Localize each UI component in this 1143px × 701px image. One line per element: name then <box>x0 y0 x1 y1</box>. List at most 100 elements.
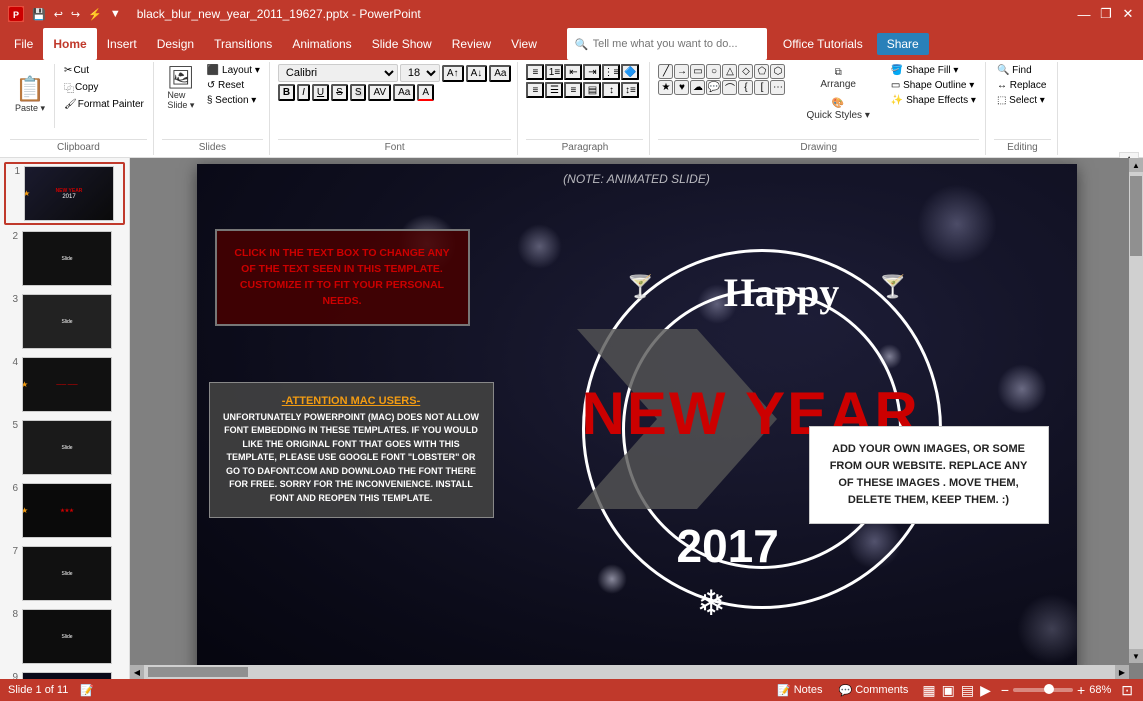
copy-btn[interactable]: ⿻ Copy <box>61 79 147 96</box>
menu-insert[interactable]: Insert <box>97 28 147 60</box>
tell-me-search[interactable]: 🔍 <box>567 28 767 60</box>
decrease-indent-btn[interactable]: ⇤ <box>564 64 582 80</box>
scroll-up-btn[interactable]: ▲ <box>1129 158 1143 172</box>
shape-triangle[interactable]: △ <box>722 64 737 79</box>
mac-warning-box[interactable]: -ATTENTION MAC USERS- UNFORTUNATELY POWE… <box>209 382 494 519</box>
shape-curve[interactable]: ⌒ <box>722 80 737 95</box>
slide-thumb-9[interactable]: 9 Slide <box>4 670 125 679</box>
scroll-left-btn[interactable]: ◀ <box>130 665 144 679</box>
canvas-scrollbar-horizontal[interactable]: ◀ ▶ <box>130 665 1129 679</box>
menu-file[interactable]: File <box>4 28 43 60</box>
slide-thumb-7[interactable]: 7 Slide <box>4 544 125 603</box>
reset-btn[interactable]: ↺ Reset <box>204 79 263 92</box>
center-btn[interactable]: ☰ <box>545 82 563 98</box>
reading-view-btn[interactable]: ▤ <box>959 680 976 701</box>
align-right-btn[interactable]: ≡ <box>564 82 582 98</box>
close-btn[interactable]: ✕ <box>1121 7 1135 21</box>
scroll-thumb-v[interactable] <box>1130 176 1142 256</box>
smartart-btn[interactable]: 🔷 <box>621 64 639 80</box>
format-painter-btn[interactable]: 🖌 Format Painter <box>61 98 147 111</box>
notes-btn[interactable]: 📝 Notes <box>773 682 826 699</box>
quick-styles-btn[interactable]: 🎨 Quick Styles ▾ <box>801 95 874 124</box>
justify-btn[interactable]: ▤ <box>583 82 601 98</box>
shape-fill-btn[interactable]: 🪣 Shape Fill ▾ <box>888 64 979 77</box>
shape-callout[interactable]: 💬 <box>706 80 721 95</box>
slide-notes-accessible-btn[interactable]: 📝 <box>76 682 98 699</box>
menu-home[interactable]: Home <box>43 28 96 60</box>
shape-diamond[interactable]: ◇ <box>738 64 753 79</box>
zoom-out-btn[interactable]: − <box>1001 682 1009 698</box>
canvas-scrollbar-vertical[interactable]: ▲ ▼ <box>1129 158 1143 663</box>
red-instructions-box[interactable]: CLICK IN THE TEXT BOX TO CHANGE ANY OF T… <box>215 229 470 326</box>
office-tutorials-btn[interactable]: Office Tutorials <box>775 33 871 55</box>
fit-page-btn[interactable]: ⊡ <box>1119 680 1135 701</box>
font-name-select[interactable]: Calibri <box>278 64 398 82</box>
shape-star[interactable]: ★ <box>658 80 673 95</box>
zoom-in-btn[interactable]: + <box>1077 682 1085 698</box>
shadow-btn[interactable]: S <box>350 84 367 101</box>
shape-pentagon[interactable]: ⬠ <box>754 64 769 79</box>
underline-btn[interactable]: U <box>312 84 329 101</box>
save-quick-btn[interactable]: 💾 <box>30 6 48 23</box>
columns-btn[interactable]: ⋮≡ <box>602 64 620 80</box>
clear-format-btn[interactable]: Aa <box>489 65 511 82</box>
search-input[interactable] <box>593 38 753 50</box>
slide-thumb-3[interactable]: 3 Slide <box>4 292 125 351</box>
shape-oval[interactable]: ○ <box>706 64 721 79</box>
scroll-right-btn[interactable]: ▶ <box>1115 665 1129 679</box>
menu-design[interactable]: Design <box>147 28 204 60</box>
shape-outline-btn[interactable]: ▭ Shape Outline ▾ <box>888 79 979 92</box>
normal-view-btn[interactable]: ▦ <box>920 680 937 701</box>
scroll-down-btn[interactable]: ▼ <box>1129 649 1143 663</box>
shape-bracket[interactable]: [ <box>754 80 769 95</box>
menu-animations[interactable]: Animations <box>282 28 361 60</box>
decrease-font-btn[interactable]: A↓ <box>466 65 488 82</box>
shape-arrow[interactable]: → <box>674 64 689 79</box>
zoom-slider[interactable] <box>1013 688 1073 692</box>
menu-transitions[interactable]: Transitions <box>204 28 282 60</box>
slide-thumb-8[interactable]: 8 Slide <box>4 607 125 666</box>
share-btn[interactable]: Share <box>877 33 929 55</box>
slide-thumb-2[interactable]: 2 Slide <box>4 229 125 288</box>
scroll-thumb-h[interactable] <box>148 667 248 677</box>
layout-btn[interactable]: ⬛ Layout ▾ <box>204 64 263 77</box>
shape-brace[interactable]: { <box>738 80 753 95</box>
find-btn[interactable]: 🔍 Find <box>994 64 1049 77</box>
cut-btn[interactable]: ✂ Cut <box>61 64 147 77</box>
undo-quick-btn[interactable]: ↩ <box>52 6 65 23</box>
slideshow-btn[interactable]: ▶ <box>978 680 993 701</box>
paste-btn[interactable]: 📋 Paste ▾ <box>10 75 50 117</box>
select-btn[interactable]: ⬚ Select ▾ <box>994 94 1049 107</box>
shape-heart[interactable]: ♥ <box>674 80 689 95</box>
italic-btn[interactable]: I <box>297 84 310 101</box>
text-dir-btn[interactable]: ↕ <box>602 82 620 98</box>
menu-view[interactable]: View <box>501 28 547 60</box>
bold-btn[interactable]: B <box>278 84 295 101</box>
menu-review[interactable]: Review <box>442 28 501 60</box>
shape-effects-btn[interactable]: ✨ Shape Effects ▾ <box>888 94 979 107</box>
shape-line[interactable]: ╱ <box>658 64 673 79</box>
char-spacing-btn[interactable]: AV <box>368 84 391 101</box>
bullet-list-btn[interactable]: ≡ <box>526 64 544 80</box>
slide-thumb-5[interactable]: 5 Slide <box>4 418 125 477</box>
slide-thumb-4[interactable]: 4 ★ —— —— <box>4 355 125 414</box>
strikethrough-btn[interactable]: S <box>331 84 348 101</box>
line-spacing-btn[interactable]: ↕≡ <box>621 82 639 98</box>
increase-indent-btn[interactable]: ⇥ <box>583 64 601 80</box>
slide-canvas[interactable]: (NOTE: ANIMATED SLIDE) 🍸 🍸 Happy <box>197 164 1077 674</box>
font-color-btn[interactable]: A <box>417 84 434 101</box>
customize-quick-btn[interactable]: ▼ <box>108 6 123 22</box>
menu-slideshow[interactable]: Slide Show <box>362 28 442 60</box>
numbered-list-btn[interactable]: 1≡ <box>545 64 563 80</box>
white-info-box[interactable]: ADD YOUR OWN IMAGES, OR SOME FROM OUR WE… <box>809 426 1049 524</box>
new-slide-btn[interactable]: 🖼 NewSlide ▾ <box>162 64 200 114</box>
align-left-btn[interactable]: ≡ <box>526 82 544 98</box>
section-btn[interactable]: § Section ▾ <box>204 94 263 107</box>
comments-btn[interactable]: 💬 Comments <box>834 682 912 699</box>
increase-font-btn[interactable]: A↑ <box>442 65 464 82</box>
shape-more[interactable]: ⋯ <box>770 80 785 95</box>
shape-cloud[interactable]: ☁ <box>690 80 705 95</box>
change-case-btn[interactable]: Aa <box>393 84 415 101</box>
shape-rect[interactable]: ▭ <box>690 64 705 79</box>
restore-btn[interactable]: ❐ <box>1099 7 1113 21</box>
